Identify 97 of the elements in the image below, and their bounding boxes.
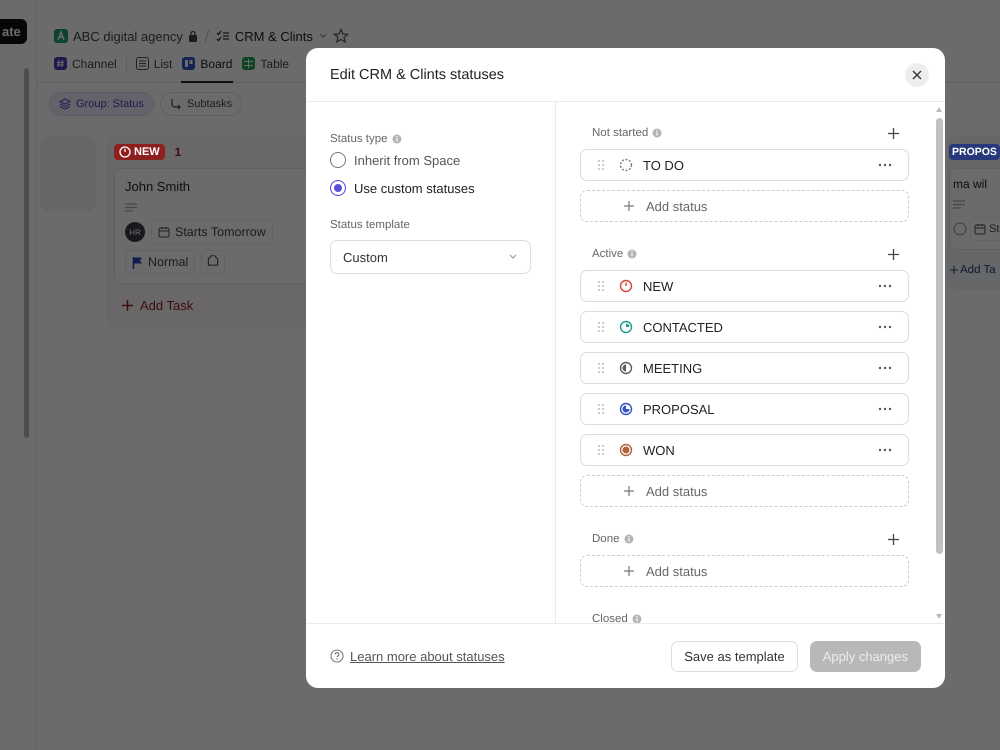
info-icon bbox=[624, 534, 634, 544]
template-dropdown[interactable]: Custom bbox=[330, 240, 531, 274]
plus-icon bbox=[624, 486, 634, 496]
group-label: Active bbox=[592, 248, 624, 260]
more-icon bbox=[878, 407, 892, 411]
star-icon bbox=[332, 28, 349, 44]
info-icon bbox=[627, 249, 638, 259]
chevron-down-icon bbox=[508, 253, 518, 261]
radio-option[interactable]: Inherit from Space bbox=[330, 146, 531, 174]
date-tag[interactable]: Starts Tomorrow bbox=[151, 220, 273, 244]
plus-icon bbox=[624, 201, 634, 211]
drag-handle-icon bbox=[598, 404, 604, 414]
plus-icon bbox=[888, 128, 899, 138]
status-pill: PROPOS bbox=[949, 144, 1000, 160]
space-icon bbox=[54, 29, 68, 43]
section-label: Status type bbox=[330, 133, 388, 145]
subtask-icon bbox=[170, 98, 182, 110]
drag-handle-icon bbox=[598, 281, 604, 291]
add-status-button[interactable]: Add status bbox=[580, 190, 909, 222]
view-tab[interactable]: List bbox=[134, 46, 174, 82]
filter-chip[interactable]: Group: Status bbox=[49, 92, 154, 116]
more-icon bbox=[878, 284, 892, 288]
list-view-icon bbox=[136, 57, 149, 70]
slash-icon bbox=[202, 29, 211, 43]
more-icon bbox=[878, 366, 892, 370]
checklist-icon bbox=[216, 30, 230, 42]
status-icon bbox=[119, 146, 131, 158]
status-row[interactable]: TO DO bbox=[580, 149, 909, 181]
add-task-button[interactable]: Add Ta bbox=[949, 250, 1000, 280]
tag-button[interactable] bbox=[201, 250, 226, 274]
plus-icon bbox=[888, 534, 899, 544]
info-icon bbox=[392, 134, 402, 144]
flag-icon bbox=[132, 256, 143, 268]
view-tab[interactable]: Channel bbox=[53, 46, 118, 82]
radio-option[interactable]: Use custom statuses bbox=[330, 174, 531, 202]
view-tab[interactable]: Table bbox=[241, 46, 290, 82]
channel-view-icon bbox=[54, 57, 67, 70]
radio-button[interactable] bbox=[330, 180, 346, 196]
status-row[interactable]: WON bbox=[580, 434, 909, 466]
plus-icon bbox=[950, 266, 958, 274]
date-tag[interactable]: St bbox=[970, 217, 1000, 241]
group-label: Done bbox=[592, 533, 620, 545]
task-count: 1 bbox=[174, 145, 182, 159]
view-tab[interactable]: Board bbox=[181, 46, 234, 82]
radio-button[interactable] bbox=[330, 152, 346, 168]
dialog-title: Edit CRM & Clints statuses bbox=[330, 66, 504, 82]
avatar[interactable]: HR bbox=[125, 222, 145, 242]
scrollbar-thumb[interactable] bbox=[936, 118, 942, 554]
scrollbar[interactable] bbox=[24, 68, 29, 438]
description-icon bbox=[125, 203, 137, 212]
lock-icon bbox=[188, 30, 198, 42]
group-label: Not started bbox=[592, 127, 648, 139]
more-icon bbox=[878, 448, 892, 452]
priority-tag[interactable]: Normal bbox=[125, 250, 196, 274]
list-title[interactable]: CRM & Clints bbox=[234, 28, 313, 44]
plus-icon bbox=[888, 248, 899, 260]
save-template-button[interactable]: Save as template bbox=[671, 640, 798, 672]
description-icon bbox=[953, 200, 965, 209]
status-row[interactable]: CONTACTED bbox=[580, 311, 909, 343]
help-icon bbox=[330, 649, 344, 663]
status-row[interactable]: PROPOSAL bbox=[580, 393, 909, 425]
drag-handle-icon bbox=[598, 445, 604, 455]
close-button[interactable] bbox=[905, 62, 929, 86]
section-label: Status template bbox=[330, 219, 410, 231]
add-status-button[interactable]: Add status bbox=[580, 475, 909, 507]
status-pill: NEW bbox=[114, 144, 165, 160]
filter-chip[interactable]: Subtasks bbox=[160, 92, 242, 116]
add-status-button[interactable]: Add status bbox=[580, 555, 909, 587]
chevron-down-icon bbox=[318, 32, 328, 40]
drag-handle-icon bbox=[598, 322, 604, 332]
drag-handle-icon bbox=[598, 160, 604, 170]
workspace-link[interactable]: ABC digital agency bbox=[73, 28, 183, 44]
more-icon bbox=[878, 163, 892, 167]
task-title: John Smith bbox=[125, 179, 192, 194]
table-view-icon bbox=[242, 57, 256, 70]
task-title: ma wil bbox=[953, 177, 988, 191]
info-icon bbox=[652, 128, 662, 138]
new-button[interactable]: ate bbox=[0, 19, 27, 44]
scroll-up-icon bbox=[935, 106, 943, 112]
status-row[interactable]: MEETING bbox=[580, 352, 909, 384]
calendar-icon bbox=[158, 226, 170, 238]
scroll-down-icon bbox=[935, 614, 943, 620]
drag-handle-icon bbox=[598, 363, 604, 373]
info-icon bbox=[632, 614, 642, 623]
board-view-icon bbox=[182, 57, 196, 70]
task-card[interactable]: ma wil St bbox=[949, 168, 1000, 250]
close-icon bbox=[912, 70, 922, 80]
avatar-icon bbox=[953, 222, 967, 236]
more-icon bbox=[878, 325, 892, 329]
plus-icon bbox=[624, 566, 634, 576]
help-link[interactable]: Learn more about statuses bbox=[350, 648, 505, 664]
calendar-icon bbox=[974, 223, 986, 235]
add-task-button[interactable]: Add Task bbox=[114, 284, 323, 317]
status-row[interactable]: NEW bbox=[580, 270, 909, 302]
plus-icon bbox=[122, 300, 133, 311]
layers-icon bbox=[59, 98, 71, 110]
group-label: Closed bbox=[592, 613, 628, 623]
